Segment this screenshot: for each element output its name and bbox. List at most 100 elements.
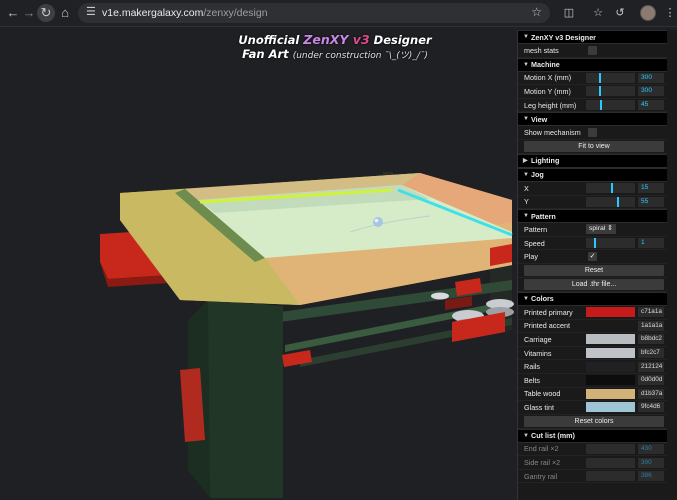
cutlist-bar bbox=[586, 457, 635, 468]
motion-x-input[interactable]: 300 bbox=[638, 72, 664, 83]
menu-icon[interactable]: ⋮ bbox=[662, 5, 677, 21]
color-label: Glass tint bbox=[524, 402, 554, 412]
motion-x-slider[interactable] bbox=[586, 72, 635, 83]
folder-colors[interactable]: ▼ Colors bbox=[518, 291, 668, 306]
cutlist-value: 390 bbox=[638, 457, 664, 468]
folder-cutlist[interactable]: ▼ Cut list (mm) bbox=[518, 428, 668, 443]
color-label: Rails bbox=[524, 362, 540, 372]
folder-jog[interactable]: ▼ Jog bbox=[518, 167, 668, 182]
cutlist-value: 430 bbox=[638, 443, 664, 454]
color-label: Belts bbox=[524, 375, 540, 385]
3d-viewport[interactable]: Unofficial ZenXY v3 Designer Fan Art (un… bbox=[0, 27, 517, 500]
jog-x-row: X 15 bbox=[518, 182, 668, 196]
caret-down-icon: ▼ bbox=[523, 61, 529, 68]
caret-down-icon: ▼ bbox=[523, 213, 529, 220]
color-label: Table wood bbox=[524, 389, 561, 399]
pattern-row: Pattern spiral ⇕ bbox=[518, 223, 668, 237]
color-swatch[interactable] bbox=[586, 361, 635, 372]
color-hex-input[interactable]: d1b37a bbox=[638, 388, 664, 399]
caret-down-icon: ▼ bbox=[523, 432, 529, 439]
color-swatch[interactable] bbox=[586, 402, 635, 413]
color-hex-input[interactable]: b8bdc2 bbox=[638, 334, 664, 345]
jog-x-slider[interactable] bbox=[586, 183, 635, 194]
color-swatch[interactable] bbox=[586, 320, 635, 331]
color-label: Printed primary bbox=[524, 307, 573, 317]
color-row: Printed accent 1a1a1a bbox=[518, 320, 668, 334]
folder-lighting[interactable]: ▶ Lighting bbox=[518, 153, 668, 168]
color-hex-input[interactable]: c71a1a bbox=[638, 307, 664, 318]
leg-height-input[interactable]: 45 bbox=[638, 100, 664, 111]
speed-row: Speed 1 bbox=[518, 237, 668, 251]
cutlist-value: 386 bbox=[638, 471, 664, 482]
history-icon[interactable]: ↺ bbox=[612, 5, 628, 21]
mesh-stats-checkbox[interactable] bbox=[588, 45, 597, 55]
forward-icon[interactable]: → bbox=[20, 4, 38, 22]
color-label: Vitamins bbox=[524, 348, 552, 358]
panel-scrollbar[interactable] bbox=[667, 30, 677, 500]
address-bar[interactable]: ☰ v1e.makergalaxy.com/zenxy/design ☆ bbox=[78, 3, 550, 23]
color-hex-input[interactable]: 212124 bbox=[638, 361, 664, 372]
reload-icon[interactable]: ↻ bbox=[37, 4, 55, 22]
jog-y-input[interactable]: 55 bbox=[638, 196, 664, 207]
speed-input[interactable]: 1 bbox=[638, 238, 664, 249]
bookmarks-icon[interactable]: ☆ bbox=[590, 5, 606, 21]
folder-view[interactable]: ▼ View bbox=[518, 112, 668, 127]
jog-y-row: Y 55 bbox=[518, 196, 668, 210]
speed-slider[interactable] bbox=[586, 238, 635, 249]
caret-right-icon: ▶ bbox=[523, 158, 528, 165]
reset-colors-button[interactable]: Reset colors bbox=[524, 415, 664, 427]
cutlist-row: Side rail ×2 390 bbox=[518, 456, 668, 470]
show-mechanism-checkbox[interactable] bbox=[588, 128, 597, 138]
pattern-select[interactable]: spiral ⇕ bbox=[586, 224, 616, 235]
folder-root[interactable]: ▼ ZenXY v3 Designer bbox=[518, 30, 668, 44]
color-row: Belts 0d0d0d bbox=[518, 374, 668, 388]
color-row: Rails 212124 bbox=[518, 360, 668, 374]
folder-machine[interactable]: ▼ Machine bbox=[518, 57, 668, 72]
color-hex-input[interactable]: 1a1a1a bbox=[638, 320, 664, 331]
color-swatch[interactable] bbox=[586, 307, 635, 318]
caret-down-icon: ▼ bbox=[523, 171, 529, 178]
color-swatch[interactable] bbox=[586, 348, 635, 359]
jog-y-slider[interactable] bbox=[586, 196, 635, 207]
reset-pattern-button[interactable]: Reset bbox=[524, 264, 664, 276]
cutlist-row: End rail ×2 430 bbox=[518, 443, 668, 457]
caret-down-icon: ▼ bbox=[523, 34, 529, 40]
cutlist-bar bbox=[586, 471, 635, 482]
extensions-icon[interactable]: ◫ bbox=[561, 5, 577, 21]
color-hex-input[interactable]: 0d0d0d bbox=[638, 375, 664, 386]
play-checkbox[interactable]: ✓ bbox=[588, 252, 597, 262]
motion-y-slider[interactable] bbox=[586, 86, 635, 97]
color-swatch[interactable] bbox=[586, 375, 635, 386]
fit-to-view-button[interactable]: Fit to view bbox=[524, 140, 664, 152]
color-row: Printed primary c71a1a bbox=[518, 306, 668, 320]
table-render[interactable] bbox=[0, 27, 517, 500]
folder-pattern[interactable]: ▼ Pattern bbox=[518, 209, 668, 224]
home-icon[interactable]: ⌂ bbox=[56, 4, 74, 22]
site-info-icon[interactable]: ☰ bbox=[86, 5, 96, 18]
motion-y-input[interactable]: 300 bbox=[638, 86, 664, 97]
color-hex-input[interactable]: 9fc4d6 bbox=[638, 402, 664, 413]
jog-x-input[interactable]: 15 bbox=[638, 183, 664, 194]
cutlist-label: Side rail ×2 bbox=[524, 458, 561, 468]
load-thr-button[interactable]: Load .thr file... bbox=[524, 278, 664, 290]
show-mechanism-row: Show mechanism bbox=[518, 126, 668, 140]
color-row: Vitamins bfc2c7 bbox=[518, 347, 668, 361]
cutlist-row: Gantry rail 386 bbox=[518, 470, 668, 484]
color-row: Glass tint 9fc4d6 bbox=[518, 401, 668, 415]
color-row: Table wood d1b37a bbox=[518, 388, 668, 402]
color-row: Carriage b8bdc2 bbox=[518, 333, 668, 347]
color-swatch[interactable] bbox=[586, 388, 635, 399]
leg-height-row: Leg height (mm) 45 bbox=[518, 99, 668, 113]
color-hex-input[interactable]: bfc2c7 bbox=[638, 348, 664, 359]
bookmark-star-icon[interactable]: ☆ bbox=[531, 5, 542, 19]
url-text[interactable]: v1e.makergalaxy.com/zenxy/design bbox=[102, 7, 268, 19]
leg-height-slider[interactable] bbox=[586, 100, 635, 111]
color-swatch[interactable] bbox=[586, 334, 635, 345]
color-label: Printed accent bbox=[524, 321, 570, 331]
pulley-3 bbox=[431, 292, 449, 300]
motion-x-row: Motion X (mm) 300 bbox=[518, 72, 668, 86]
page-title: Unofficial ZenXY v3 Designer Fan Art (un… bbox=[238, 32, 432, 62]
profile-avatar[interactable] bbox=[640, 5, 656, 21]
play-row: Play ✓ bbox=[518, 250, 668, 264]
color-label: Carriage bbox=[524, 334, 552, 344]
